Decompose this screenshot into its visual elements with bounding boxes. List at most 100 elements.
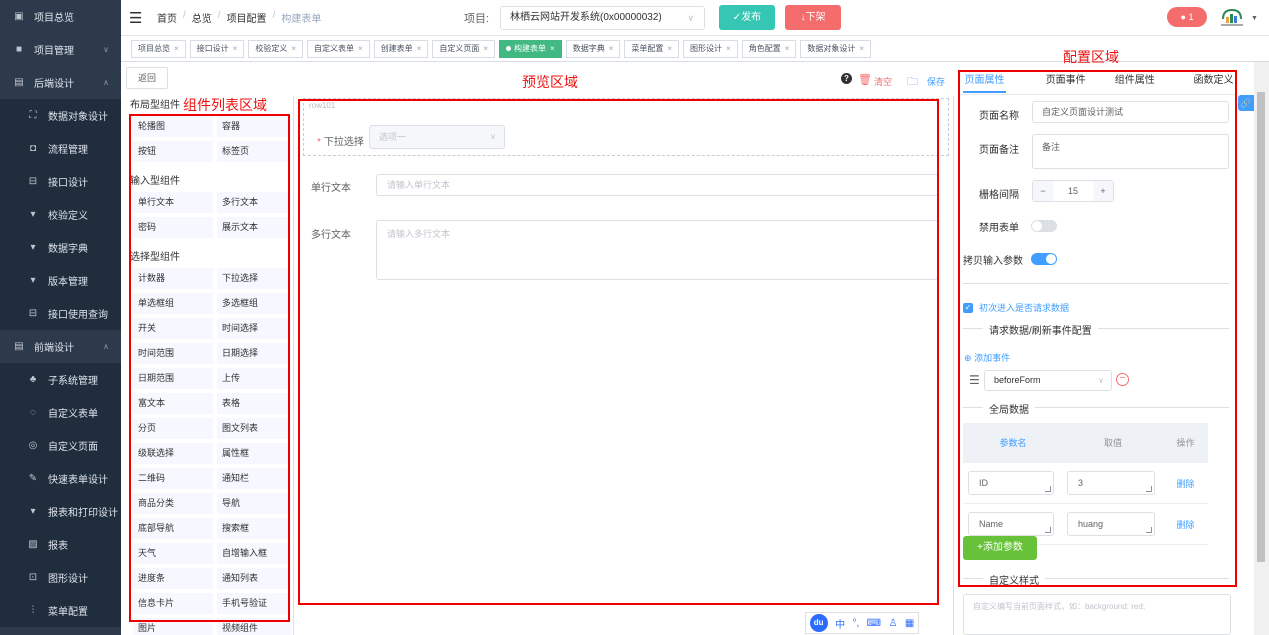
close-icon[interactable]: × — [233, 44, 238, 53]
sidebar-item[interactable]: ◘ 流程管理 — [0, 132, 121, 165]
tree-icon: ♣ — [29, 374, 37, 385]
folder-icon[interactable]: 🗀 — [907, 73, 918, 92]
sidebar-item[interactable]: ⛶ 数据对象设计 — [0, 99, 121, 132]
ime-toolbar[interactable]: du 中 °, ⌨ ♙ ▦ — [805, 612, 919, 634]
tab-tag[interactable]: 自定义页面 × — [432, 39, 496, 58]
close-icon[interactable]: × — [667, 44, 672, 53]
tab-active[interactable]: 构建表单 × — [499, 39, 562, 58]
close-icon[interactable]: × — [859, 44, 864, 53]
close-icon[interactable]: × — [785, 44, 790, 53]
top-header: ☰ 首页 / 总览 / 项目配置 / 构建表单 项目: 林栖云网站开发系统(0x000… — [121, 0, 1269, 36]
sidebar-item[interactable]: ⫶ 菜单配置 — [0, 594, 121, 627]
sidebar-item[interactable]: ▤ 前端设计 ∧ — [0, 330, 121, 363]
config-area-annotation: 配置区域 — [1063, 49, 1119, 65]
right-divider — [953, 96, 954, 635]
sidebar-item-label: 接口使用查询 — [48, 310, 108, 321]
sidebar-item[interactable]: ▾ 数据字典 — [0, 231, 121, 264]
sidebar-item[interactable]: ⊡ 图形设计 — [0, 561, 121, 594]
tab-tag[interactable]: 校验定义 × — [248, 39, 304, 58]
keyboard-icon[interactable]: ⌨ — [867, 618, 881, 629]
report-icon: ▨ — [28, 539, 38, 550]
tab-tag[interactable]: 自定义表单 × — [307, 39, 370, 58]
server-icon: ▤ — [14, 341, 24, 352]
sidebar-item[interactable]: ■ 项目管理 ∨ — [0, 33, 121, 66]
sidebar-item[interactable]: ▾ 校验定义 — [0, 198, 121, 231]
tab-tag[interactable]: 图形设计 × — [683, 39, 738, 58]
tag-label: 自定义页面 — [439, 43, 480, 53]
sidebar-item[interactable]: ⊟ 接口设计 — [0, 165, 121, 198]
cup-icon: ▾ — [30, 242, 36, 253]
caret-down-icon[interactable]: ▼ — [1251, 15, 1258, 22]
sidebar-item[interactable]: ◌ 自定义表单 — [0, 396, 121, 429]
preview-area-annotation: 预览区域 — [522, 74, 578, 90]
sidebar-item[interactable]: ⊟ 接口使用查询 — [0, 297, 121, 330]
project-select-value: 林栖云网站开发系统(0x00000032) — [510, 12, 662, 23]
sidebar-item[interactable]: ▤ 后端设计 ∧ — [0, 66, 121, 99]
close-icon[interactable]: × — [726, 44, 731, 53]
tab-tag[interactable]: 数据对象设计 × — [800, 39, 872, 58]
breadcrumb-overview[interactable]: 总览 — [192, 10, 212, 25]
component-area-annotation: 组件列表区域 — [183, 97, 267, 113]
notification-count: 1 — [1188, 12, 1194, 22]
clear-button[interactable]: 清空 — [874, 75, 892, 88]
baidu-ime-icon[interactable]: du — [809, 614, 828, 632]
desktop-icon: ▣ — [14, 11, 24, 22]
chevron-up-icon: ∧ — [103, 342, 109, 351]
tab-tag[interactable]: 菜单配置 × — [624, 39, 680, 58]
publish-button[interactable]: ✓发布 — [719, 5, 775, 30]
close-icon[interactable]: × — [174, 44, 179, 53]
close-icon[interactable]: × — [550, 44, 555, 53]
tab-tag[interactable]: 接口设计 × — [189, 39, 245, 58]
sidebar-item[interactable]: ▨ 报表 — [0, 528, 121, 561]
page-icon: ◎ — [28, 440, 38, 451]
custom-style-textarea[interactable]: 自定义编写当前页面样式，如：background: red; — [963, 594, 1231, 635]
trash-icon[interactable]: 🗑 — [858, 73, 872, 86]
sidebar-item-label: 后端设计 — [34, 79, 74, 90]
hamburger-menu-icon[interactable]: ☰ — [129, 9, 143, 27]
breadcrumb-project-config[interactable]: 项目配置 — [227, 10, 267, 25]
breadcrumb-separator: / — [272, 10, 276, 21]
sidebar-item-label: 自定义页面 — [48, 442, 98, 453]
punctuation-icon[interactable]: °, — [852, 618, 859, 629]
tab-tag[interactable]: 创建表单 × — [373, 39, 429, 58]
grid-icon[interactable]: ▦ — [905, 618, 914, 629]
link-icon[interactable]: 🔗 — [1238, 95, 1254, 111]
close-icon[interactable]: × — [291, 44, 296, 53]
chevron-up-icon: ∧ — [103, 78, 109, 87]
project-label: 项目: — [464, 12, 490, 25]
breadcrumb-current: 构建表单 — [281, 14, 322, 25]
sidebar-item[interactable]: ▾ 报表和打印设计 — [0, 495, 121, 528]
tab-tag[interactable]: 项目总览 × — [131, 39, 186, 58]
sidebar-item[interactable]: ◎ 自定义页面 — [0, 429, 121, 462]
sidebar-item[interactable]: ✎ 快速表单设计 — [0, 462, 121, 495]
close-icon[interactable]: × — [358, 44, 363, 53]
sidebar-item[interactable]: ▣ 项目总览 — [0, 0, 121, 33]
box-icon: ■ — [15, 44, 23, 55]
sidebar-item[interactable]: ▾ 版本管理 — [0, 264, 121, 297]
project-select[interactable]: 林栖云网站开发系统(0x00000032) ∨ — [500, 6, 705, 30]
save-button[interactable]: 保存 — [927, 75, 945, 88]
tab-tag[interactable]: 角色配置 × — [741, 39, 797, 58]
tag-label: 项目总览 — [138, 43, 170, 53]
back-button[interactable]: 返回 — [126, 67, 168, 89]
custom-style-placeholder: 自定义编写当前页面样式，如：background: red; — [973, 602, 1146, 611]
offline-button[interactable]: ↓下架 — [785, 5, 841, 30]
sidebar-item[interactable]: ♣ 子系统管理 — [0, 363, 121, 396]
flow-icon: ◘ — [29, 143, 37, 154]
sidebar-item-label: 报表 — [48, 541, 68, 552]
page-scrollbar[interactable] — [1254, 62, 1269, 635]
close-icon[interactable]: × — [483, 44, 488, 53]
help-icon[interactable]: ? — [841, 73, 852, 84]
notification-badge[interactable]: ● 1 — [1167, 7, 1207, 27]
ime-chinese-mode[interactable]: 中 — [835, 616, 845, 631]
tab-tag[interactable]: 数据字典 × — [565, 39, 621, 58]
close-icon[interactable]: × — [417, 44, 422, 53]
cup-icon: ▾ — [30, 209, 36, 220]
close-icon[interactable]: × — [609, 44, 614, 53]
company-logo-icon[interactable] — [1217, 3, 1247, 33]
scrollbar-thumb[interactable] — [1257, 92, 1265, 562]
breadcrumb-separator: / — [217, 10, 221, 21]
breadcrumb-home[interactable]: 首页 — [157, 10, 177, 25]
user-icon[interactable]: ♙ — [888, 618, 897, 629]
tag-label: 校验定义 — [255, 43, 288, 53]
